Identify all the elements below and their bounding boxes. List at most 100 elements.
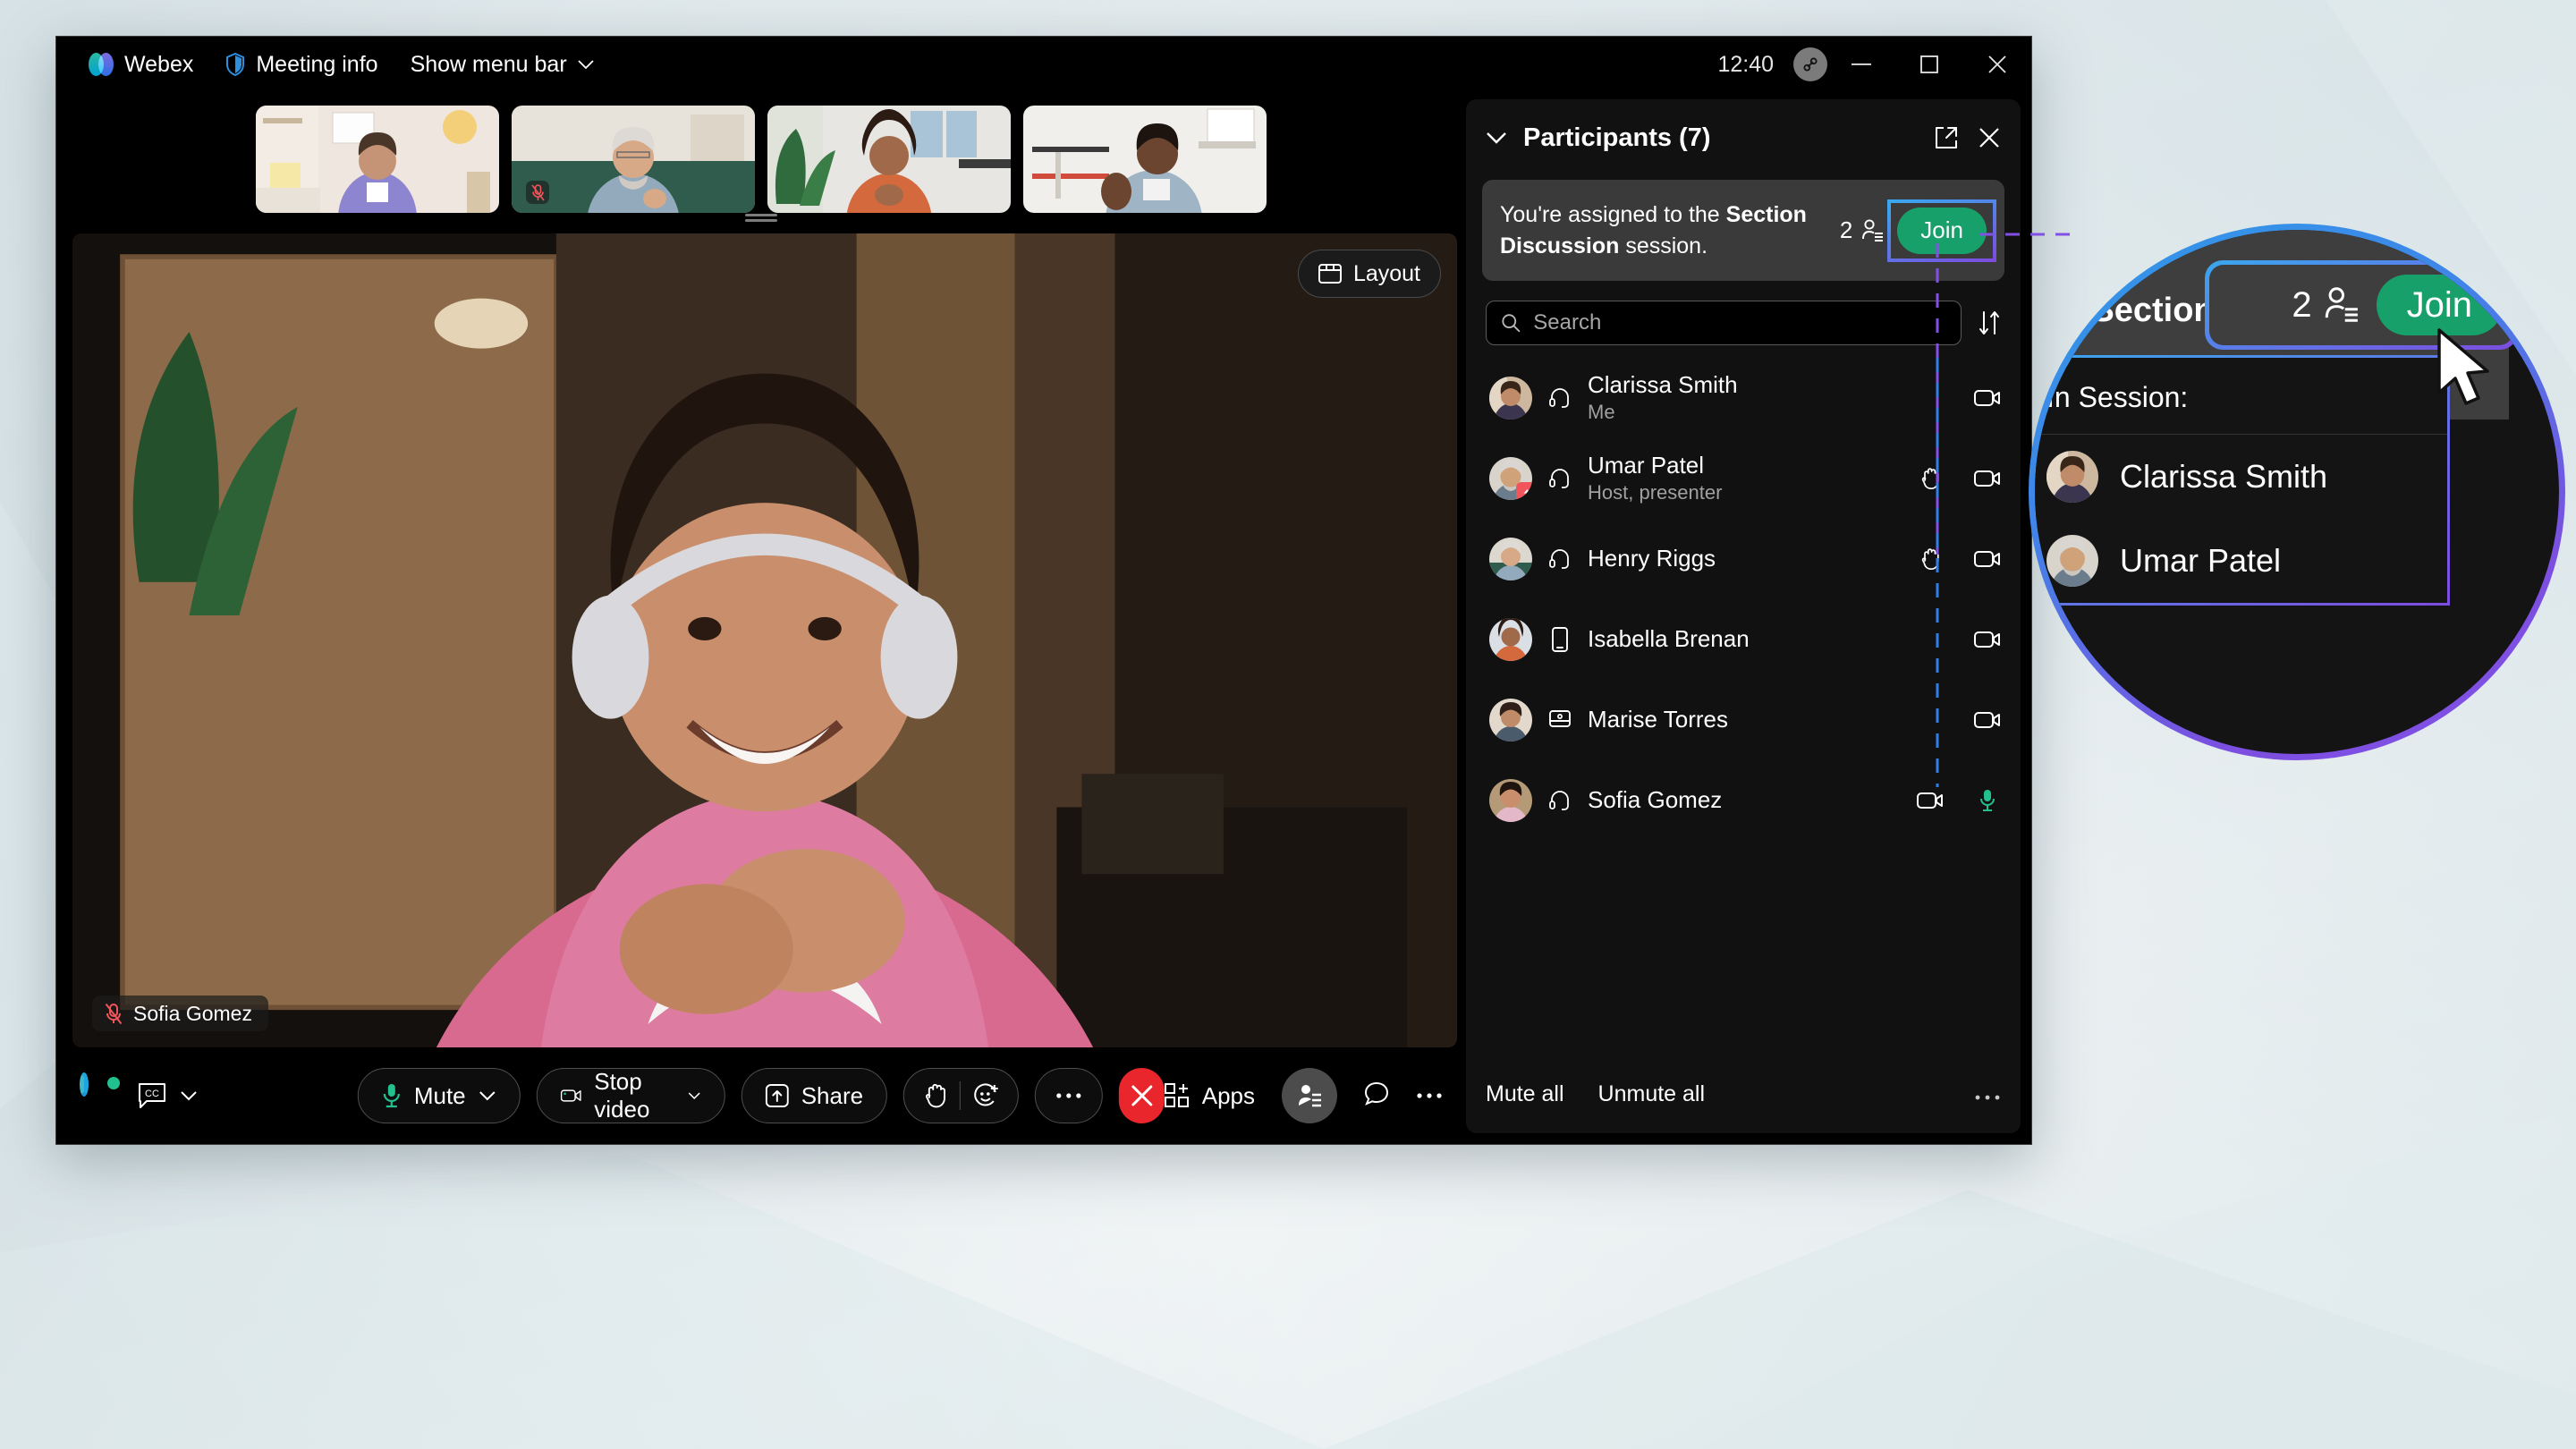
- thumbnail-tile[interactable]: [1023, 106, 1267, 213]
- more-options-button[interactable]: [1035, 1068, 1104, 1123]
- microphone-active-icon[interactable]: [1974, 788, 2001, 813]
- zoom-session-count[interactable]: 2: [2292, 285, 2360, 326]
- video-stage: Sofia Gomez Layout CC Mute Stop video Sh…: [56, 92, 1466, 1144]
- close-icon[interactable]: [1978, 126, 2001, 149]
- avatar: [2046, 451, 2098, 503]
- chevron-down-icon[interactable]: [479, 1090, 496, 1101]
- webex-assistant-icon[interactable]: [80, 1072, 120, 1114]
- participants-panel-header: Participants (7): [1466, 99, 2021, 176]
- in-session-tooltip-row: Clarissa Smith: [2035, 435, 2447, 519]
- main-video-area: Sofia Gomez Layout: [72, 233, 1457, 1047]
- reaction-smiley-icon[interactable]: [973, 1083, 999, 1108]
- svg-text:CC: CC: [145, 1089, 159, 1099]
- active-speaker-name-label: Sofia Gomez: [133, 1001, 252, 1025]
- thumbnail-tile[interactable]: [512, 106, 755, 213]
- stop-video-label: Stop video: [594, 1068, 650, 1123]
- minimize-button[interactable]: [1827, 37, 1895, 92]
- thumbnail-muted-badge: [526, 181, 549, 204]
- active-speaker-video[interactable]: [72, 233, 1457, 1047]
- avatar: [1489, 779, 1532, 822]
- close-button[interactable]: [1963, 37, 2031, 92]
- avatar: [1489, 377, 1532, 419]
- share-button[interactable]: Share: [741, 1068, 888, 1123]
- apps-button[interactable]: Apps: [1164, 1082, 1255, 1110]
- camera-icon[interactable]: [1974, 710, 2001, 730]
- search-input[interactable]: [1533, 310, 1946, 335]
- show-menu-bar-button[interactable]: Show menu bar: [394, 43, 610, 86]
- meeting-info-label: Meeting info: [256, 52, 378, 77]
- search-box[interactable]: [1486, 301, 1962, 345]
- in-session-person-name: Umar Patel: [2120, 542, 2282, 579]
- participant-name: Isabella Brenan: [1588, 625, 1750, 653]
- camera-icon[interactable]: [1917, 791, 1944, 810]
- thumbnail-tile[interactable]: [767, 106, 1011, 213]
- presenter-badge-icon: [1516, 482, 1532, 500]
- mute-all-button[interactable]: Mute all: [1486, 1081, 1564, 1107]
- participant-role: Host, presenter: [1588, 480, 1723, 504]
- ellipsis-icon: [1056, 1093, 1081, 1098]
- zoom-session-count-label: 2: [2292, 284, 2312, 325]
- popout-icon[interactable]: [1935, 126, 1958, 149]
- session-participant-count[interactable]: 2: [1840, 216, 1885, 244]
- layout-button[interactable]: Layout: [1297, 250, 1441, 298]
- show-menu-bar-label: Show menu bar: [410, 52, 567, 77]
- mute-button[interactable]: Mute: [357, 1068, 521, 1123]
- participants-more-button[interactable]: [1974, 1081, 2001, 1107]
- in-session-tooltip: In Session: Clarissa Smith Umar Patel: [2035, 355, 2450, 606]
- desk-device-icon: [1546, 709, 1573, 731]
- microphone-icon: [383, 1084, 400, 1108]
- camera-icon[interactable]: [1974, 388, 2001, 408]
- raise-hand-icon[interactable]: [924, 1083, 947, 1108]
- filmstrip-resize-handle[interactable]: [745, 214, 777, 225]
- participants-button[interactable]: [1282, 1068, 1337, 1123]
- chevron-down-icon[interactable]: [1486, 131, 1507, 144]
- chevron-down-icon[interactable]: [688, 1090, 701, 1101]
- reactions-group[interactable]: [903, 1068, 1020, 1123]
- participant-row[interactable]: Henry Riggs: [1466, 519, 2021, 599]
- participant-row[interactable]: Marise Torres: [1466, 680, 2021, 760]
- closed-captions-button[interactable]: CC: [137, 1082, 198, 1109]
- camera-icon[interactable]: [1974, 469, 2001, 488]
- mobile-device-icon: [1546, 627, 1573, 652]
- participant-name: Umar Patel: [1588, 451, 1705, 479]
- participant-row[interactable]: Clarissa Smith Me: [1466, 358, 2021, 438]
- in-session-tooltip-row: Umar Patel: [2035, 519, 2447, 603]
- window-controls-group: 12:40: [1717, 37, 2031, 92]
- app-brand: Webex: [72, 43, 209, 86]
- thumbnail-tile[interactable]: [256, 106, 499, 213]
- meeting-info-button[interactable]: Meeting info: [209, 43, 394, 86]
- people-list-icon: [2325, 287, 2358, 322]
- apps-icon: [1164, 1083, 1189, 1107]
- participant-name: Marise Torres: [1588, 706, 1729, 733]
- sort-icon[interactable]: [1978, 310, 2001, 335]
- participant-row[interactable]: Sofia Gomez: [1466, 760, 2021, 841]
- participant-row[interactable]: Umar Patel Host, presenter: [1466, 438, 2021, 519]
- assignment-text-before: You're assigned to the: [1500, 202, 1726, 227]
- camera-icon[interactable]: [1974, 549, 2001, 569]
- join-session-button[interactable]: Join: [1897, 207, 1987, 254]
- more-panels-button[interactable]: [1416, 1088, 1443, 1104]
- participant-name: Clarissa Smith: [1588, 370, 1738, 398]
- avatar: [1489, 457, 1532, 500]
- participant-row[interactable]: Isabella Brenan: [1466, 599, 2021, 680]
- participants-title: Participants (7): [1523, 123, 1711, 152]
- assignment-text: You're assigned to the Section Discussio…: [1500, 199, 1827, 261]
- zoom-banner-fragment-1: the: [2035, 292, 2092, 329]
- connection-link-icon[interactable]: [1793, 47, 1827, 81]
- participants-search-row: [1466, 281, 2021, 352]
- zoom-banner-bold: Section: [2091, 292, 2215, 329]
- window-body: Sofia Gomez Layout CC Mute Stop video Sh…: [56, 92, 2031, 1144]
- raise-hand-icon: [1917, 467, 1944, 490]
- participant-role: Me: [1588, 400, 1615, 423]
- search-icon: [1502, 314, 1521, 333]
- chat-button[interactable]: [1364, 1081, 1389, 1111]
- camera-icon[interactable]: [1974, 630, 2001, 649]
- session-count-label: 2: [1839, 216, 1853, 243]
- active-speaker-name-chip: Sofia Gomez: [92, 996, 268, 1031]
- end-call-button[interactable]: [1119, 1068, 1165, 1123]
- maximize-button[interactable]: [1895, 37, 1963, 92]
- stop-video-button[interactable]: Stop video: [536, 1068, 725, 1123]
- participants-panel: Participants (7) You're assigned to the …: [1466, 99, 2021, 1133]
- unmute-all-button[interactable]: Unmute all: [1598, 1081, 1706, 1107]
- meeting-toolbar: CC Mute Stop video Share Apps: [56, 1047, 1466, 1144]
